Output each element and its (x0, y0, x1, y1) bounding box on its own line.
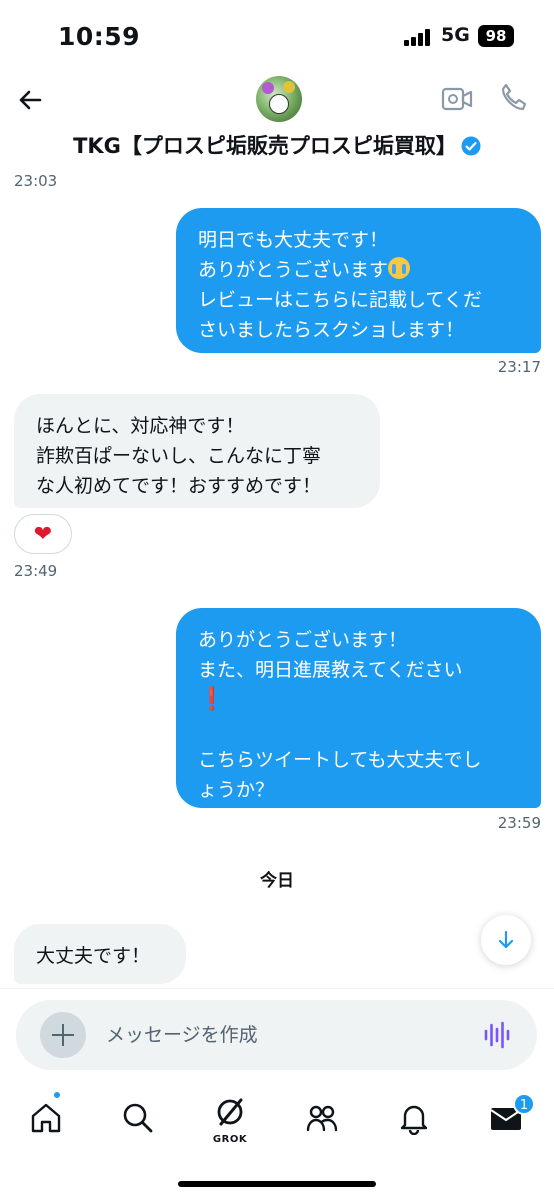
nav-notifications[interactable] (392, 1096, 436, 1140)
nav-home[interactable] (24, 1096, 68, 1140)
search-icon (123, 1103, 153, 1133)
message-timestamp: 23:03 (14, 172, 58, 190)
network-label: 5G (441, 24, 470, 46)
phone-call-icon[interactable] (498, 82, 528, 112)
communities-icon (306, 1105, 338, 1132)
voice-message-icon[interactable] (483, 1019, 511, 1051)
message-line: レビューはこちらに記載してくだ (198, 289, 482, 311)
nav-search[interactable] (116, 1096, 160, 1140)
status-bar: 10:59 5G 98 (0, 0, 554, 70)
received-message-bubble[interactable]: ほんとに、対応神です！ 詐欺百ぱーないし、こんなに丁寧 な人初めてです！おすすめ… (14, 394, 380, 508)
scroll-to-bottom-button[interactable] (481, 915, 531, 965)
message-composer (16, 1000, 537, 1070)
grok-icon (217, 1098, 243, 1126)
nav-communities[interactable] (300, 1096, 344, 1140)
message-line: ありがとうございます (198, 259, 389, 281)
chat-title[interactable]: TKG【プロスピ垢販売プロスピ垢買取】 (0, 130, 554, 160)
crying-face-emoji-icon (388, 257, 411, 279)
home-icon (31, 1103, 61, 1133)
bell-icon (400, 1105, 428, 1135)
verified-badge-icon (461, 136, 481, 156)
messages-badge: 1 (513, 1093, 535, 1115)
video-call-icon[interactable] (441, 86, 473, 112)
back-arrow-icon[interactable] (14, 84, 46, 116)
signal-icon (404, 28, 434, 46)
home-notification-dot (52, 1090, 62, 1100)
chat-header: TKG【プロスピ垢販売プロスピ垢買取】 (0, 70, 554, 170)
chat-title-text: TKG【プロスピ垢販売プロスピ垢買取】 (73, 134, 457, 158)
message-line: 明日でも大丈夫です！ (198, 229, 389, 251)
sent-message-bubble[interactable]: ありがとうございます！ また、明日進展教えてください ❗ こちらツイートしても大… (176, 608, 541, 808)
grok-label: GROK (212, 1134, 248, 1145)
add-media-button[interactable] (40, 1012, 86, 1058)
message-line: な人初めてです！おすすめです！ (36, 475, 322, 497)
message-line: ほんとに、対応神です！ (36, 415, 245, 437)
message-line-blank (198, 715, 519, 745)
received-message-bubble[interactable]: 大丈夫です！ (14, 924, 186, 984)
message-line: 大丈夫です！ (36, 945, 151, 967)
arrow-down-icon (498, 930, 514, 949)
message-timestamp: 23:17 (497, 358, 541, 376)
divider (0, 988, 554, 989)
avatar[interactable] (256, 76, 302, 122)
message-line: こちらツイートしても大丈夫でし (198, 749, 482, 771)
nav-grok[interactable]: GROK (208, 1096, 252, 1145)
date-separator: 今日 (260, 871, 294, 891)
status-time: 10:59 (58, 22, 141, 51)
exclamation-emoji-icon: ❗ (198, 687, 226, 712)
message-input[interactable] (106, 1018, 466, 1052)
message-line: ありがとうございます！ (198, 629, 408, 651)
battery-icon: 98 (478, 25, 514, 47)
message-line: また、明日進展教えてください (198, 659, 463, 681)
message-line: ょうか？ (198, 779, 275, 801)
message-line: さいましたらスクショします！ (198, 319, 465, 341)
home-indicator (178, 1181, 376, 1187)
message-timestamp: 23:49 (14, 562, 58, 580)
sent-message-bubble[interactable]: 明日でも大丈夫です！ ありがとうございます レビューはこちらに記載してくだ さい… (176, 208, 541, 353)
message-line: 詐欺百ぱーないし、こんなに丁寧 (36, 445, 322, 467)
bottom-navigation: GROK (0, 1088, 554, 1148)
heart-reaction[interactable]: ❤ (14, 514, 72, 554)
message-timestamp: 23:59 (497, 814, 541, 832)
